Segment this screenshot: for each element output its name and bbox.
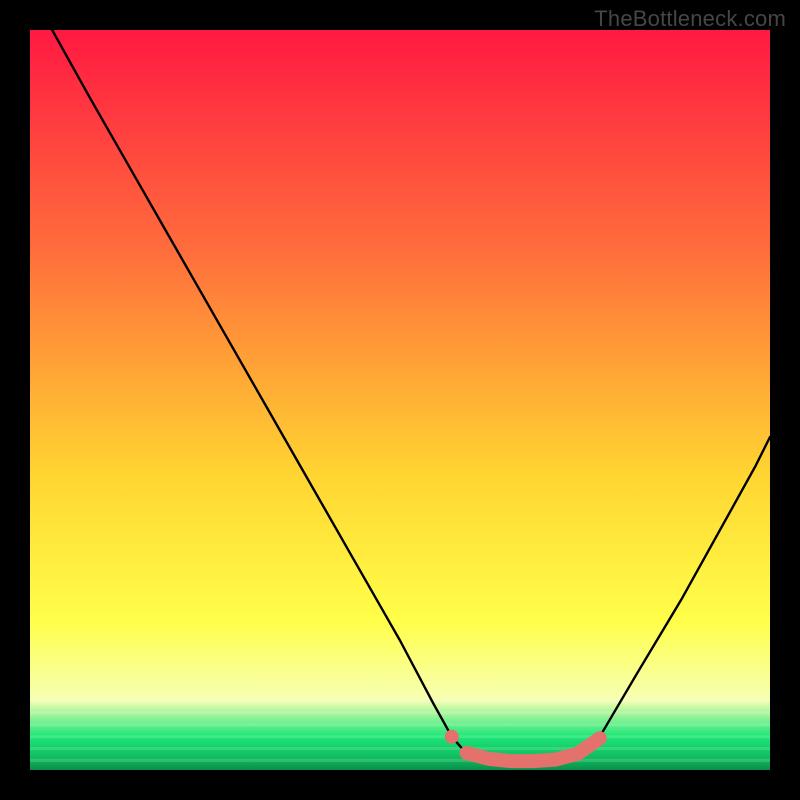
bottleneck-curve-chart [30,30,770,770]
gradient-background [30,30,770,770]
band-stripe [30,735,770,738]
band-stripe [30,700,770,703]
watermark-label: TheBottleneck.com [594,6,786,32]
band-stripe [30,723,770,726]
band-stripe [30,712,770,715]
optimal-start-dot [445,730,459,744]
band-stripe [30,747,770,750]
plot-area [30,30,770,770]
chart-frame: TheBottleneck.com [0,0,800,800]
band-stripe [30,759,770,762]
